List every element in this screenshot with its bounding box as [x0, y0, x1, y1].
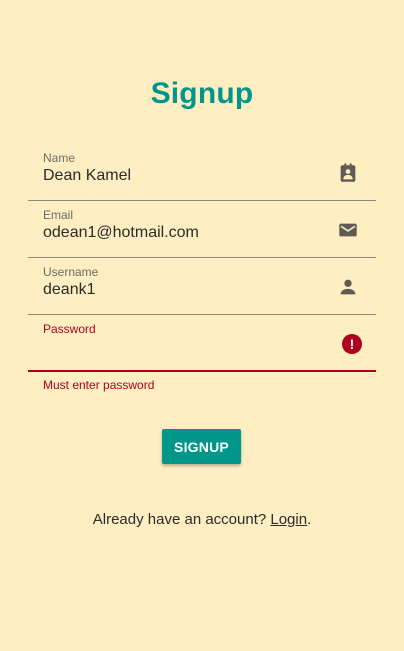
email-underline [28, 257, 376, 258]
email-icon [337, 219, 359, 241]
name-underline [28, 200, 376, 201]
login-link[interactable]: Login [270, 511, 307, 528]
username-underline [28, 314, 376, 315]
name-input[interactable] [43, 166, 323, 186]
username-field[interactable]: Username [28, 259, 376, 315]
login-prompt-suffix: . [307, 511, 312, 528]
username-label: Username [43, 265, 99, 279]
password-error-message: Must enter password [43, 378, 155, 392]
login-prompt-text: Already have an account? [92, 511, 271, 528]
contact-card-icon [337, 162, 359, 184]
email-label: Email [43, 208, 74, 222]
signup-page: Signup Name Email Username [0, 0, 404, 651]
username-input[interactable] [43, 280, 323, 300]
error-icon: ! [342, 334, 362, 354]
person-icon [337, 276, 359, 298]
email-input[interactable] [43, 223, 323, 243]
login-prompt: Already have an account? Login. [0, 510, 404, 530]
name-label: Name [43, 151, 76, 165]
email-field[interactable]: Email [28, 202, 376, 258]
password-input[interactable] [43, 337, 323, 357]
page-title: Signup [150, 77, 254, 110]
signup-button[interactable]: SIGNUP [162, 429, 241, 464]
password-field[interactable]: Password ! [28, 316, 376, 372]
password-label: Password [43, 322, 96, 336]
name-field[interactable]: Name [28, 145, 376, 201]
password-underline [28, 370, 376, 372]
